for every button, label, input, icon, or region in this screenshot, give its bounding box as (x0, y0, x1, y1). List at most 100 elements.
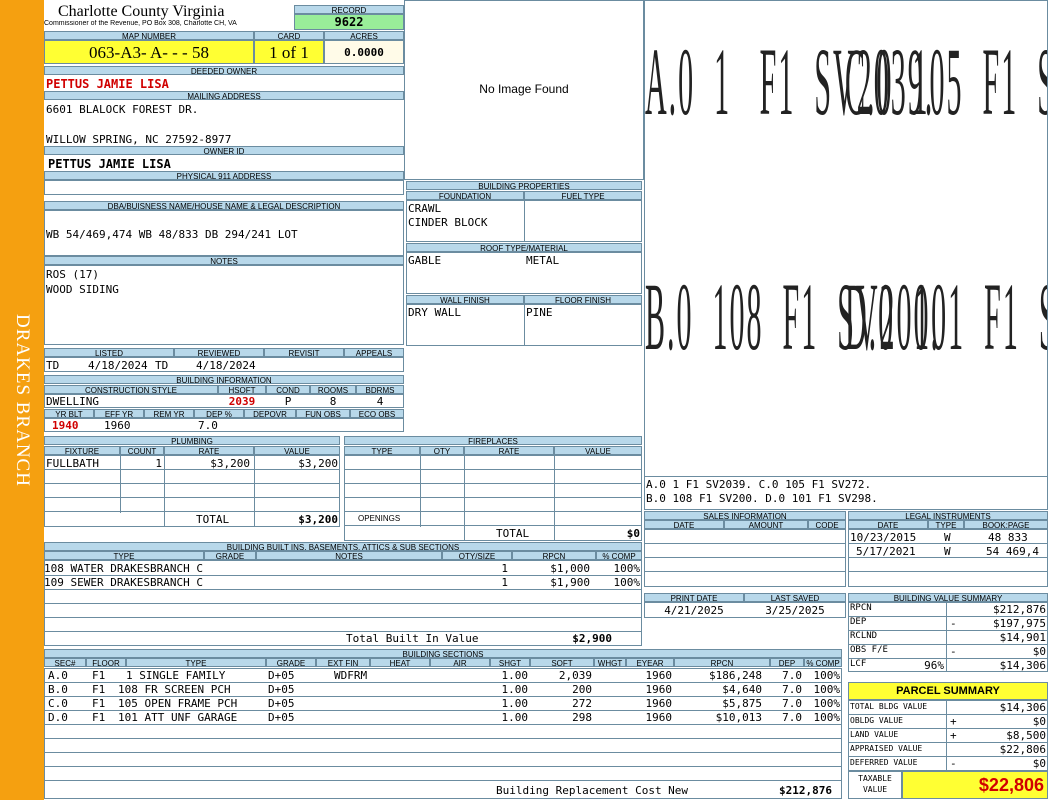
building-properties-label: BUILDING PROPERTIES (406, 181, 642, 190)
county-address: Commissioner of the Revenue, PO Box 308,… (44, 20, 237, 27)
land-label: LAND VALUE (850, 730, 899, 739)
divider (44, 497, 340, 498)
builtin-row2-qty: 1 (501, 576, 508, 589)
comp-cell: 100% (813, 697, 841, 710)
funobs-label: FUN OBS (296, 409, 350, 418)
appeals-label: APPEALS (344, 348, 404, 357)
grade-h: GRADE (266, 658, 316, 667)
builtins-rpcn-h: RPCN (512, 551, 596, 560)
bdrms: 4 (376, 395, 384, 408)
sections-total: $212,876 (779, 784, 832, 797)
eyear-cell: 1960 (645, 683, 673, 696)
cond: P (284, 395, 292, 408)
lcf-label: LCF (850, 659, 867, 669)
divider (44, 603, 642, 604)
dep-label-summary: DEP (850, 617, 867, 627)
dep-cell: 7.0 (782, 683, 802, 696)
builtins-grade-h: GRADE (204, 551, 256, 560)
eyear-cell: 1960 (645, 697, 673, 710)
obldg-label: OBLDG VALUE (850, 716, 903, 725)
fireplace-value-h: VALUE (554, 446, 642, 455)
builtin-row1-qty: 1 (501, 562, 508, 575)
legal-row1-date: 10/23/2015 (850, 531, 917, 544)
builtins-notes-h: NOTES (256, 551, 442, 560)
dep-h: DEP (770, 658, 804, 667)
floor-h: FLOOR (86, 658, 126, 667)
last-saved-label: LAST SAVED (744, 593, 846, 602)
divider (344, 511, 642, 512)
sqft-h: SQFT (530, 658, 594, 667)
divider (644, 543, 846, 544)
type-cell: 1 SINGLE FAMILY (126, 669, 226, 682)
sales-table (644, 529, 846, 587)
eyear-cell: 1960 (645, 669, 673, 682)
lcf-percent: 96% (924, 659, 944, 672)
comp-cell: 100% (813, 669, 841, 682)
wall-finish: DRY WALL (408, 306, 461, 319)
legal-description: WB 54/469,474 WB 48/833 DB 294/241 LOT (46, 228, 298, 241)
sketch-legend-1: A.0 1 F1 SV2039. C.0 105 F1 SV272. (646, 478, 872, 491)
openings-label: OPENINGS (358, 514, 401, 523)
card-label: CARD (254, 31, 324, 40)
legal-type-h: TYPE (928, 520, 964, 529)
rpcn-cell: $10,013 (715, 711, 762, 724)
plumbing-fixture: FULLBATH (46, 457, 99, 470)
sales-date-h: DATE (644, 520, 724, 529)
floor-finish-label: FLOOR FINISH (524, 295, 642, 304)
builtins-qty-h: QTY/SIZE (442, 551, 512, 560)
lcf-value: $14,306 (999, 659, 1046, 672)
legal-date-h: DATE (848, 520, 928, 529)
notes-label: NOTES (44, 256, 404, 265)
ecoobs-label: ECO OBS (350, 409, 404, 418)
deferred-value: $0 (1032, 757, 1046, 770)
heat-h: HEAT (370, 658, 430, 667)
obldg-value: $0 (1032, 715, 1046, 728)
eyear-h: EYEAR (626, 658, 674, 667)
legal-book-h: BOOK:PAGE (964, 520, 1048, 529)
rpcn-cell: $186,248 (709, 669, 762, 682)
sqft-cell: 200 (572, 683, 592, 696)
card-value: 1 of 1 (254, 40, 324, 64)
construction-style-label: CONSTRUCTION STYLE (44, 385, 218, 394)
builtin-row2-rpcn: $1,900 (550, 576, 590, 589)
rooms: 8 (329, 395, 337, 408)
sec-cell: B.0 (48, 683, 68, 696)
dep-cell: 7.0 (782, 697, 802, 710)
divider (44, 766, 842, 767)
legal-instruments-label: LEGAL INSTRUMENTS (848, 511, 1048, 520)
foundation-label: FOUNDATION (406, 191, 524, 200)
cond-label: COND (266, 385, 310, 394)
rclnd-label: RCLND (850, 631, 878, 641)
taxable-label-1: TAXABLE (858, 774, 892, 783)
physical-address (44, 180, 404, 195)
plumbing-total: $3,200 (298, 513, 338, 526)
reviewed-by: TD (155, 359, 169, 372)
legal-row1-book: 48 833 (988, 531, 1028, 544)
owner-id-label: OWNER ID (44, 146, 404, 155)
sales-amount-h: AMOUNT (724, 520, 808, 529)
reviewed-date: 4/18/2024 (196, 359, 256, 372)
divider (44, 617, 642, 618)
land-value: $8,500 (1006, 729, 1046, 742)
dep-cell: 7.0 (782, 711, 802, 724)
legal-row2-date: 5/17/2021 (856, 545, 916, 558)
roof-label: ROOF TYPE/MATERIAL (406, 243, 642, 252)
floor-cell: F1 (92, 697, 106, 710)
builtins-total: $2,900 (572, 632, 612, 645)
divider (524, 200, 525, 242)
plumbing-value-h: VALUE (254, 446, 340, 455)
divider (344, 483, 642, 484)
plumbing-count: 1 (155, 457, 162, 470)
foundation-2: CINDER BLOCK (408, 216, 488, 229)
no-image-text: No Image Found (479, 82, 569, 96)
mailing-address-label: MAILING ADDRESS (44, 91, 404, 100)
print-date-label: PRINT DATE (644, 593, 744, 602)
legal-row2-book: 54 469,4 (986, 545, 1039, 558)
air-h: AIR (430, 658, 490, 667)
bdrms-label: BDRMS (356, 385, 404, 394)
fireplace-qty-h: QTY (420, 446, 464, 455)
map-number-label: MAP NUMBER (44, 31, 254, 40)
eyear-cell: 1960 (645, 711, 673, 724)
type-cell: 108 FR SCREEN PCH (118, 683, 231, 696)
year-built: 1940 (52, 419, 79, 432)
